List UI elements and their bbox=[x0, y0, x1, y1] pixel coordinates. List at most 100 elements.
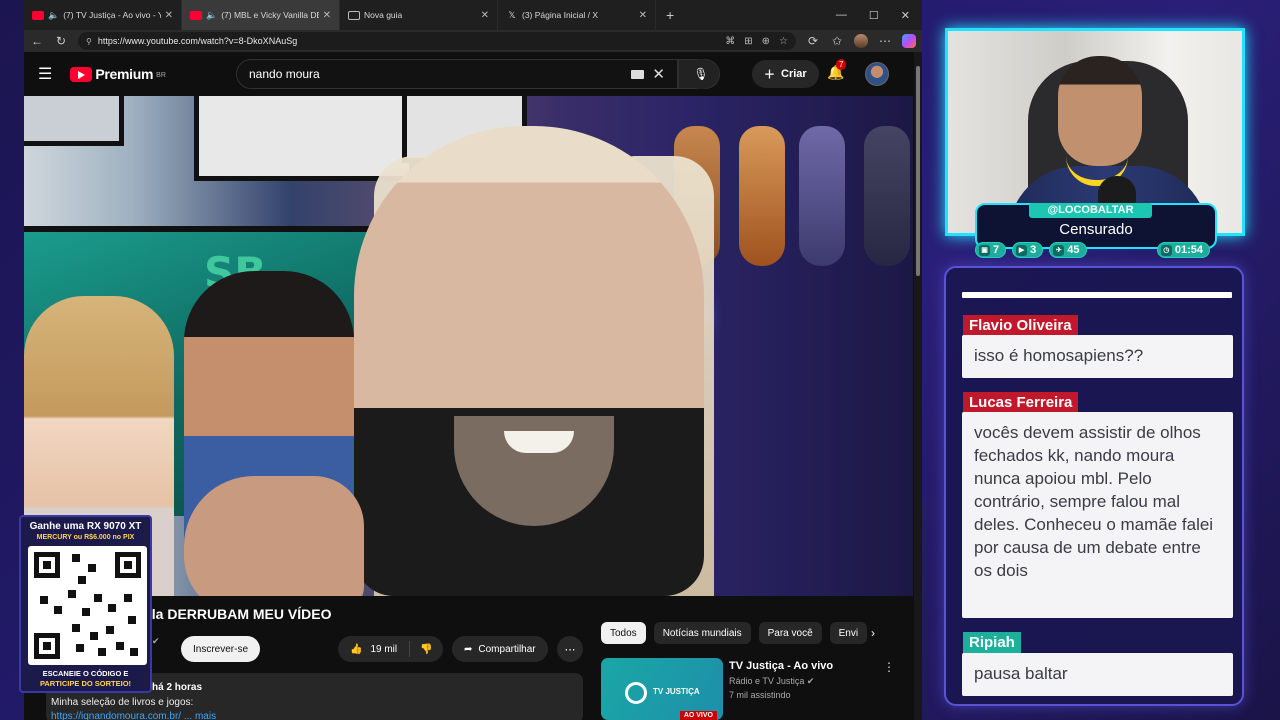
profile-avatar[interactable] bbox=[854, 34, 868, 48]
page-scrollbar[interactable] bbox=[914, 52, 922, 720]
giveaway-subtitle: MERCURY ou R$6.000 no PIX bbox=[36, 534, 135, 541]
streamer-handle: @LOCOBALTAR bbox=[1029, 203, 1152, 218]
chat-username: Flavio Oliveira bbox=[963, 315, 1078, 337]
thumbnail-label: TV JUSTIÇA bbox=[653, 687, 700, 696]
tab-x-home[interactable]: 𝕏 (3) Página Inicial / X ✕ bbox=[498, 0, 656, 30]
qr-module bbox=[72, 554, 80, 562]
video-thumbnail[interactable]: TV JUSTIÇA AO VIVO bbox=[601, 658, 723, 720]
create-label: Criar bbox=[781, 68, 807, 80]
clear-search-icon[interactable]: ✕ bbox=[652, 65, 665, 83]
tab-label: (3) Página Inicial / X bbox=[522, 10, 599, 20]
qr-module bbox=[68, 590, 76, 598]
speaker-icon[interactable]: 🔈 bbox=[48, 10, 59, 21]
close-icon[interactable]: ✕ bbox=[323, 10, 331, 21]
address-bar: ← ↻ ⚲ https://www.youtube.com/watch?v=8-… bbox=[24, 30, 922, 52]
translate-icon[interactable]: ⌘ bbox=[725, 36, 735, 47]
maximize-icon[interactable]: ☐ bbox=[869, 9, 879, 22]
create-button[interactable]: ＋ Criar bbox=[752, 60, 819, 88]
upload-time: há 2 horas bbox=[152, 682, 203, 693]
favorites-icon[interactable]: ✩ bbox=[830, 34, 844, 48]
chevron-right-icon[interactable]: › bbox=[871, 626, 875, 640]
thumbs-up-icon: 👍 bbox=[350, 643, 363, 655]
copilot-icon[interactable] bbox=[902, 34, 916, 48]
clock-icon: ◷ bbox=[1160, 244, 1172, 256]
tab-label: (7) MBL e Vicky Vanilla DERR bbox=[221, 10, 318, 20]
browser-window: 🔈 (7) TV Justiça - Ao vivo - You ✕ 🔈 (7)… bbox=[24, 0, 922, 720]
close-window-icon[interactable]: ✕ bbox=[901, 9, 910, 22]
kick-viewers: ✈ 45 bbox=[1049, 242, 1087, 258]
apps-icon[interactable]: ⊞ bbox=[744, 36, 752, 47]
zoom-icon[interactable]: ⊕ bbox=[762, 36, 770, 47]
tab-tv-justica[interactable]: 🔈 (7) TV Justiça - Ao vivo - You ✕ bbox=[24, 0, 182, 30]
new-tab-button[interactable]: + bbox=[656, 7, 684, 23]
qr-module bbox=[106, 626, 114, 634]
notifications-button[interactable]: 🔔 7 bbox=[827, 59, 847, 81]
youtube-icon bbox=[190, 10, 202, 20]
close-icon[interactable]: ✕ bbox=[639, 10, 647, 21]
url-field[interactable]: ⚲ https://www.youtube.com/watch?v=8-DkoX… bbox=[78, 32, 796, 50]
x-icon: 𝕏 bbox=[508, 9, 516, 20]
more-actions-button[interactable]: ⋯ bbox=[557, 636, 583, 662]
site-info-icon[interactable]: ⚲ bbox=[86, 37, 92, 46]
stream-status: Censurado bbox=[1059, 221, 1133, 238]
qr-module bbox=[108, 604, 116, 612]
chat-divider bbox=[962, 292, 1232, 298]
recommended-channel[interactable]: Rádio e TV Justiça ✔ bbox=[729, 676, 814, 687]
extensions-icon[interactable]: ⟳ bbox=[806, 34, 820, 48]
share-label: Compartilhar bbox=[478, 643, 536, 655]
favorite-star-icon[interactable]: ☆ bbox=[779, 36, 788, 47]
menu-icon[interactable]: ☰ bbox=[38, 64, 52, 84]
giveaway-cta-line1: ESCANEIE O CÓDIGO E bbox=[42, 669, 129, 678]
giveaway-overlay: Ganhe uma RX 9070 XT MERCURY ou R$6.000 … bbox=[19, 515, 152, 693]
timer-value: 01:54 bbox=[1174, 244, 1203, 256]
reload-icon[interactable]: ↻ bbox=[54, 34, 68, 48]
verified-icon: ✔ bbox=[806, 676, 815, 686]
qr-module bbox=[98, 648, 106, 656]
video-bg-frame bbox=[24, 96, 124, 146]
back-icon[interactable]: ← bbox=[30, 34, 44, 48]
video-player[interactable]: SB bbox=[24, 96, 913, 596]
search-input[interactable]: nando moura ✕ bbox=[236, 59, 678, 89]
account-avatar[interactable] bbox=[865, 62, 889, 86]
more-vertical-icon[interactable]: ⋮ bbox=[883, 660, 895, 674]
mic-icon: 🎙 bbox=[693, 67, 709, 81]
share-icon: ➦ bbox=[464, 643, 473, 655]
video-guitar bbox=[739, 126, 785, 266]
stream-timer: ◷ 01:54 bbox=[1156, 242, 1210, 258]
description-link[interactable]: https://iqnandomoura.com.br/ ... mais bbox=[51, 711, 216, 720]
channel-name: Rádio e TV Justiça bbox=[729, 676, 805, 686]
recommended-video[interactable]: TV JUSTIÇA AO VIVO TV Justiça - Ao vivo … bbox=[601, 658, 901, 720]
subscribe-button[interactable]: Inscrever-se bbox=[181, 636, 261, 662]
logo-text: Premium bbox=[95, 66, 154, 82]
qr-module bbox=[90, 632, 98, 640]
kick-count: 45 bbox=[1067, 244, 1080, 256]
kick-icon: ✈ bbox=[1053, 244, 1065, 256]
keyboard-icon[interactable] bbox=[631, 69, 645, 79]
dislike-button[interactable]: 👎 bbox=[410, 644, 442, 655]
speaker-icon[interactable]: 🔈 bbox=[206, 10, 217, 21]
youtube-logo[interactable]: Premium BR bbox=[70, 66, 166, 82]
more-menu-icon[interactable]: ⋯ bbox=[878, 34, 892, 48]
like-button[interactable]: 👍 19 mil bbox=[338, 641, 411, 657]
tab-nova-guia[interactable]: Nova guia ✕ bbox=[340, 0, 498, 30]
page-icon bbox=[348, 10, 360, 20]
chip-para-voce[interactable]: Para você bbox=[758, 622, 822, 644]
thumbs-down-icon: 👎 bbox=[420, 643, 433, 655]
qr-module bbox=[72, 624, 80, 632]
close-icon[interactable]: ✕ bbox=[481, 10, 489, 21]
minimize-icon[interactable]: — bbox=[836, 9, 847, 22]
chip-noticias[interactable]: Notícias mundiais bbox=[653, 622, 751, 644]
twitch-count: 7 bbox=[993, 244, 1000, 256]
youtube-header: ☰ Premium BR nando moura ✕ ⚲ 🎙 ＋ Criar 🔔… bbox=[24, 52, 914, 96]
share-button[interactable]: ➦ Compartilhar bbox=[452, 636, 548, 662]
tab-label: Nova guia bbox=[364, 10, 403, 20]
chip-todos[interactable]: Todos bbox=[601, 622, 646, 644]
tab-mbl-video[interactable]: 🔈 (7) MBL e Vicky Vanilla DERR ✕ bbox=[182, 0, 340, 30]
qr-module bbox=[124, 594, 132, 602]
voice-search-button[interactable]: 🎙 bbox=[686, 59, 716, 89]
close-icon[interactable]: ✕ bbox=[165, 10, 173, 21]
video-host-smile bbox=[504, 431, 574, 453]
chip-enviados[interactable]: Envi bbox=[829, 622, 868, 644]
scrollbar-thumb[interactable] bbox=[916, 66, 920, 276]
video-guitar bbox=[799, 126, 845, 266]
